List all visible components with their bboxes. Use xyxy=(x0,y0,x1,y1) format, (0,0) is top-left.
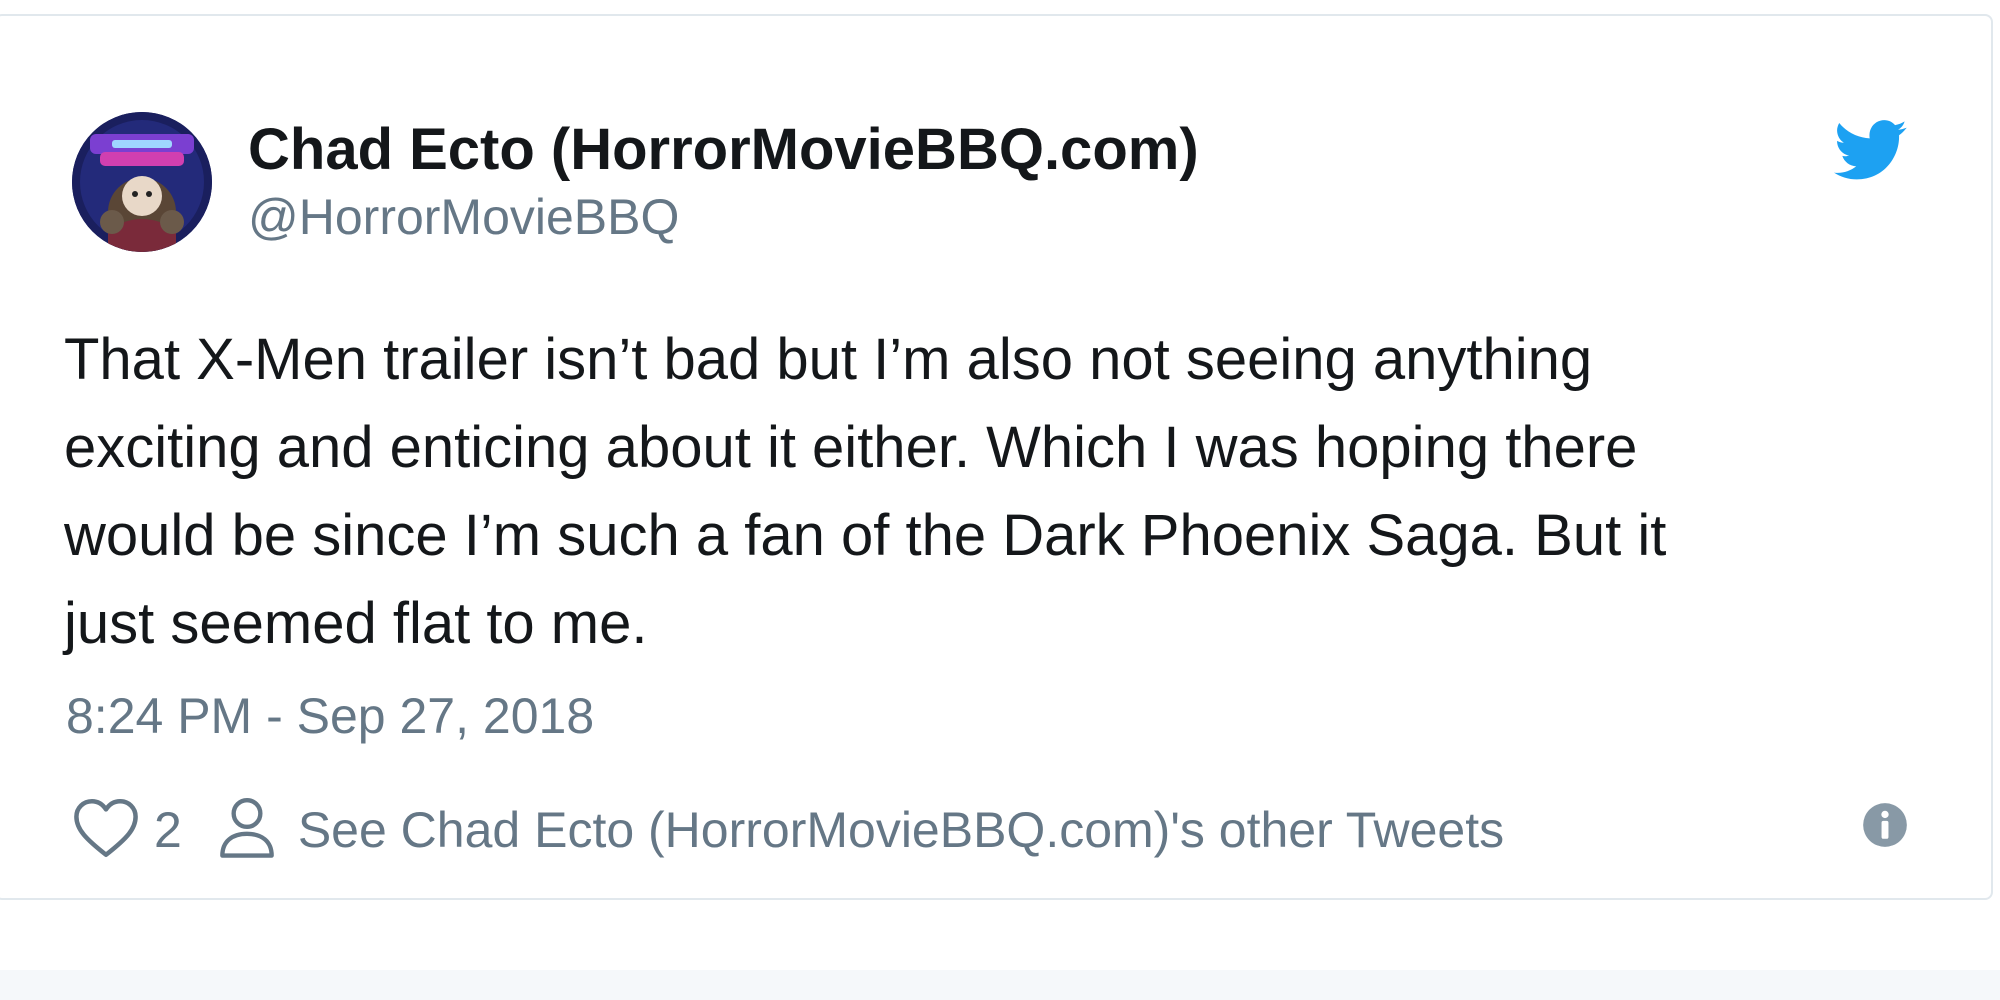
avatar[interactable] xyxy=(72,112,212,252)
page: Chad Ecto (HorrorMovieBBQ.com) @HorrorMo… xyxy=(0,0,2000,1000)
see-other-tweets-label: See Chad Ecto (HorrorMovieBBQ.com)'s oth… xyxy=(297,802,1505,858)
info-icon[interactable] xyxy=(1862,802,1908,848)
like-count: 2 xyxy=(154,802,182,858)
tweet-card: Chad Ecto (HorrorMovieBBQ.com) @HorrorMo… xyxy=(0,14,1993,900)
see-other-tweets-link[interactable]: See Chad Ecto (HorrorMovieBBQ.com)'s oth… xyxy=(218,795,1504,866)
person-svg xyxy=(219,797,274,858)
tweet-text: That X-Men trailer isn’t bad but I’m als… xyxy=(64,327,1667,656)
tweet-timestamp[interactable]: 8:24 PM - Sep 27, 2018 xyxy=(66,684,594,748)
info-svg xyxy=(1863,803,1907,847)
page-footer-strip xyxy=(0,970,2000,1000)
like-button[interactable]: 2 xyxy=(72,797,182,864)
heart-icon xyxy=(72,797,140,864)
twitter-bird-svg xyxy=(1834,120,1907,180)
author-handle[interactable]: @HorrorMovieBBQ xyxy=(248,186,1199,248)
author-display-name[interactable]: Chad Ecto (HorrorMovieBBQ.com) xyxy=(248,114,1199,186)
tweet-actions: 2 See Chad Ecto (HorrorMovieBBQ.com)'s o… xyxy=(72,792,1504,868)
person-icon xyxy=(218,795,276,866)
twitter-bird-icon[interactable] xyxy=(1834,120,1908,182)
avatar-image xyxy=(72,112,212,252)
author-block: Chad Ecto (HorrorMovieBBQ.com) @HorrorMo… xyxy=(248,114,1199,248)
heart-svg xyxy=(74,798,138,857)
